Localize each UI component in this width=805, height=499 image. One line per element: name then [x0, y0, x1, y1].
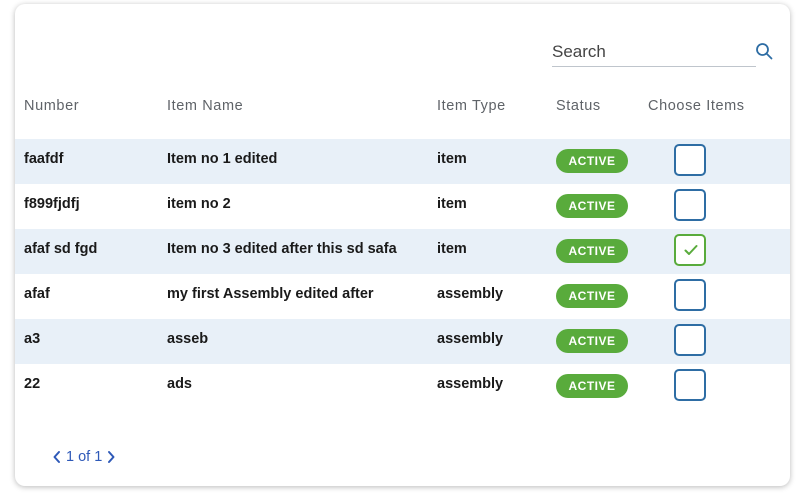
cell-item-name: Item no 1 edited [167, 151, 278, 167]
cell-item-name: my first Assembly edited after [167, 286, 374, 302]
cell-item-name: asseb [167, 331, 209, 347]
status-badge: ACTIVE [556, 329, 628, 353]
choose-item-checkbox[interactable] [674, 324, 706, 356]
choose-item-checkbox[interactable] [674, 189, 706, 221]
status-badge: ACTIVE [556, 284, 628, 308]
page-indicator: 1 of 1 [66, 449, 103, 465]
cell-item-type: item [437, 196, 467, 212]
cell-item-type: assembly [437, 286, 504, 302]
column-header-number[interactable]: Number [24, 98, 79, 114]
chevron-left-icon[interactable] [52, 450, 62, 464]
column-header-item-name[interactable]: Item Name [167, 98, 243, 114]
status-badge: ACTIVE [556, 374, 628, 398]
table-body: faafdf Item no 1 edited item ACTIVE f899… [15, 139, 790, 409]
pagination: 1 of 1 [52, 447, 116, 467]
status-badge: ACTIVE [556, 239, 628, 263]
cell-item-type: item [437, 151, 467, 167]
cell-item-type: item [437, 241, 467, 257]
cell-number: faafdf [24, 151, 64, 167]
chevron-right-icon[interactable] [106, 450, 116, 464]
cell-item-name: ads [167, 376, 192, 392]
column-header-item-type[interactable]: Item Type [437, 98, 506, 114]
cell-number: 22 [24, 376, 41, 392]
status-badge: ACTIVE [556, 149, 628, 173]
table-row[interactable]: f899fjdfj item no 2 item ACTIVE [15, 184, 790, 229]
choose-item-checkbox[interactable] [674, 234, 706, 266]
cell-item-name: Item no 3 edited after this sd safa [167, 241, 397, 257]
cell-number: a3 [24, 331, 41, 347]
cell-item-type: assembly [437, 331, 504, 347]
table-row[interactable]: a3 asseb assembly ACTIVE [15, 319, 790, 364]
column-header-status[interactable]: Status [556, 98, 601, 114]
search-field[interactable] [552, 40, 756, 67]
cell-item-type: assembly [437, 376, 504, 392]
status-badge: ACTIVE [556, 194, 628, 218]
table-row[interactable]: afaf sd fgd Item no 3 edited after this … [15, 229, 790, 274]
choose-item-checkbox[interactable] [674, 144, 706, 176]
table-row[interactable]: faafdf Item no 1 edited item ACTIVE [15, 139, 790, 184]
search-icon[interactable] [755, 42, 773, 60]
cell-number: afaf sd fgd [24, 241, 98, 257]
table-row[interactable]: 22 ads assembly ACTIVE [15, 364, 790, 409]
check-icon [684, 245, 698, 255]
cell-item-name: item no 2 [167, 196, 231, 212]
column-header-choose-items: Choose Items [648, 98, 745, 114]
cell-number: afaf [24, 286, 50, 302]
table-row[interactable]: afaf my first Assembly edited after asse… [15, 274, 790, 319]
table-header: Number Item Name Item Type Status Choose… [15, 98, 790, 120]
items-card: Number Item Name Item Type Status Choose… [15, 4, 790, 486]
search-input[interactable] [552, 40, 742, 64]
cell-number: f899fjdfj [24, 196, 80, 212]
choose-item-checkbox[interactable] [674, 369, 706, 401]
choose-item-checkbox[interactable] [674, 279, 706, 311]
